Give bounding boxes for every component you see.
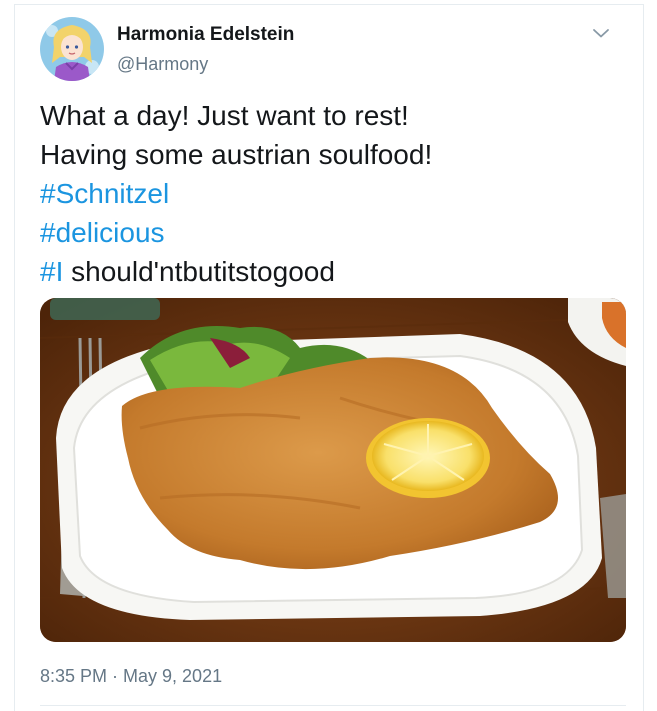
schnitzel-photo-icon [40, 298, 626, 642]
hashtag-i[interactable]: #I [40, 256, 63, 287]
user-handle[interactable]: @Harmony [117, 54, 208, 75]
tweet-media-image[interactable] [40, 298, 626, 642]
chevron-down-icon [593, 29, 609, 38]
tweet-text: What a day! Just want to rest! Having so… [40, 96, 432, 291]
tweet-line: Having some austrian soulfood! [40, 139, 433, 170]
display-name[interactable]: Harmonia Edelstein [117, 24, 294, 46]
divider [40, 705, 626, 706]
anime-avatar-icon [40, 17, 104, 81]
tweet-timestamp[interactable]: 8:35 PM · May 9, 2021 [40, 666, 222, 687]
hashtag-schnitzel[interactable]: #Schnitzel [40, 178, 169, 209]
tweet-line: What a day! Just want to rest! [40, 100, 409, 131]
tweet-menu-button[interactable] [588, 22, 614, 44]
avatar[interactable] [40, 17, 104, 81]
tweet-line-rest: should'ntbutitstogood [63, 256, 335, 287]
hashtag-delicious[interactable]: #delicious [40, 217, 165, 248]
